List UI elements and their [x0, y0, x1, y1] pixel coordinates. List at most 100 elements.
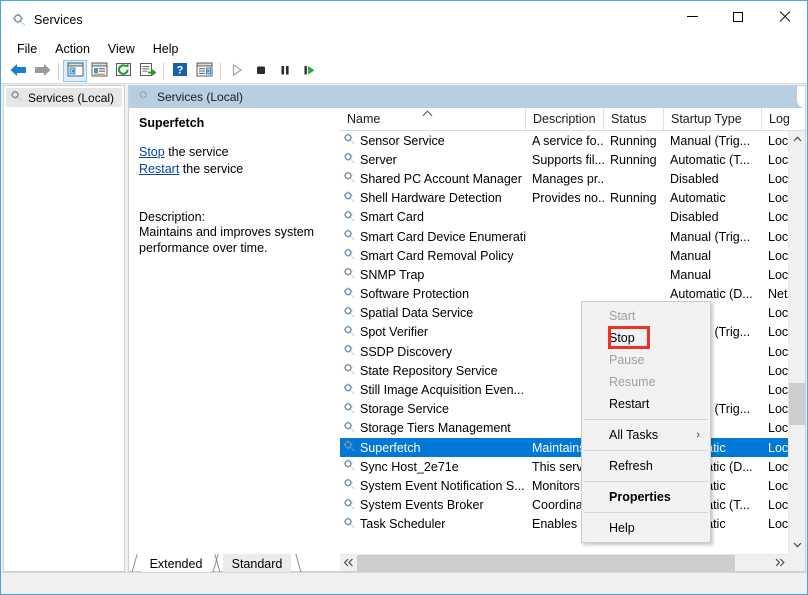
context-menu-item-label: All Tasks	[609, 428, 658, 442]
vertical-scrollbar[interactable]	[788, 131, 805, 554]
stop-service-button[interactable]	[249, 60, 273, 82]
menu-view[interactable]: View	[99, 40, 144, 58]
cell-name: System Events Broker	[340, 497, 526, 514]
sidebar-item-services-local[interactable]: Services (Local)	[6, 88, 122, 107]
cell-log-on-as: Loc	[762, 517, 788, 531]
tab-left-edge	[131, 554, 145, 573]
table-row[interactable]: Spatial Data ServiceManualLoc	[340, 304, 788, 323]
column-header-name[interactable]: Name	[340, 108, 526, 131]
table-row[interactable]: Sensor ServiceA service fo...RunningManu…	[340, 131, 788, 150]
help-button[interactable]: ?	[168, 60, 192, 82]
export-list-button[interactable]	[135, 60, 159, 82]
service-name-label: Storage Service	[360, 402, 449, 416]
restart-service-link[interactable]: Restart	[139, 162, 179, 176]
sort-ascending-icon	[424, 110, 433, 116]
services-gear-icon	[11, 12, 27, 28]
table-row[interactable]: SuperfetchMaintains a...RunningAutomatic…	[340, 438, 788, 457]
cell-log-on-as: Loc	[762, 230, 788, 244]
context-menu-item-properties[interactable]: Properties	[582, 486, 710, 508]
table-row[interactable]: Task SchedulerEnables a us...RunningAuto…	[340, 515, 788, 534]
context-menu-item-stop[interactable]: Stop	[582, 327, 710, 349]
back-button[interactable]	[6, 60, 30, 82]
context-menu-item-pause: Pause	[582, 349, 710, 371]
restart-service-button[interactable]	[297, 60, 321, 82]
cell-log-on-as: Loc	[762, 249, 788, 263]
context-menu-item-all-tasks[interactable]: All Tasks›	[582, 424, 710, 446]
cell-name: SNMP Trap	[340, 266, 526, 283]
services-list: Name Description Status Startup Type Log…	[340, 108, 805, 571]
properties-button[interactable]	[87, 60, 111, 82]
cell-log-on-as: Loc	[762, 441, 788, 455]
chevron-up-icon	[793, 134, 802, 145]
column-header-status[interactable]: Status	[604, 108, 664, 131]
column-header-startup-type[interactable]: Startup Type	[664, 108, 762, 131]
context-menu-item-label: Resume	[609, 375, 656, 389]
refresh-button[interactable]	[111, 60, 135, 82]
table-row[interactable]: ServerSupports fil...RunningAutomatic (T…	[340, 150, 788, 169]
service-name-label: Server	[360, 153, 397, 167]
context-menu-item-label: Restart	[609, 397, 649, 411]
cell-log-on-as: Loc	[762, 460, 788, 474]
cell-description: A service fo...	[526, 134, 604, 148]
forward-button[interactable]	[30, 60, 54, 82]
table-row[interactable]: Software ProtectionAutomatic (D...Net	[340, 285, 788, 304]
tab-extended[interactable]: Extended	[142, 554, 210, 573]
table-row[interactable]: SSDP DiscoveryManualLoc	[340, 342, 788, 361]
table-row[interactable]: Storage Tiers ManagementManualLoc	[340, 419, 788, 438]
start-service-button[interactable]	[225, 60, 249, 82]
restart-service-action[interactable]: Restart the service	[139, 161, 327, 178]
context-menu-item-label: Pause	[609, 353, 644, 367]
vertical-scrollbar-thumb[interactable]	[789, 383, 805, 425]
title-bar: Services	[1, 1, 807, 38]
cell-name: Smart Card Device Enumeratio...	[340, 228, 526, 245]
tab-standard[interactable]: Standard	[223, 554, 291, 573]
table-row[interactable]: Sync Host_2e71eThis service ...RunningAu…	[340, 457, 788, 476]
menu-action[interactable]: Action	[46, 40, 99, 58]
context-menu-item-help[interactable]: Help	[582, 517, 710, 539]
stop-service-link[interactable]: Stop	[139, 145, 165, 159]
tab-extended-label: Extended	[150, 557, 203, 571]
close-button[interactable]	[761, 1, 807, 32]
context-menu-item-label: Refresh	[609, 459, 653, 473]
scroll-down-button[interactable]	[789, 537, 805, 554]
context-menu-item-label: Properties	[609, 490, 671, 504]
table-row[interactable]: System Event Notification S...Monitors s…	[340, 476, 788, 495]
pause-service-button[interactable]	[273, 60, 297, 82]
table-row[interactable]: Shell Hardware DetectionProvides no...Ru…	[340, 189, 788, 208]
stop-service-action[interactable]: Stop the service	[139, 144, 327, 161]
table-row[interactable]: SNMP TrapManualLoc	[340, 265, 788, 284]
cell-log-on-as: Loc	[762, 325, 788, 339]
table-row[interactable]: Still Image Acquisition Even...ManualLoc	[340, 380, 788, 399]
table-row[interactable]: Smart CardDisabledLoc	[340, 208, 788, 227]
column-header-log-on-as[interactable]: Log	[762, 108, 802, 131]
menu-file[interactable]: File	[8, 40, 46, 58]
table-row[interactable]: Shared PC Account ManagerManages pr...Di…	[340, 169, 788, 188]
chevron-down-icon	[793, 540, 802, 551]
table-row[interactable]: State Repository ServiceRunningManualLoc	[340, 361, 788, 380]
column-header-description[interactable]: Description	[526, 108, 604, 131]
pane-splitter[interactable]	[337, 108, 339, 571]
table-row[interactable]: Storage ServiceRunningManual (Trig...Loc	[340, 400, 788, 419]
cell-name: Superfetch	[340, 439, 526, 456]
show-hide-console-tree-button[interactable]	[63, 60, 87, 82]
scroll-up-button[interactable]	[789, 131, 805, 148]
cell-name: Server	[340, 151, 526, 168]
column-header-name-label: Name	[347, 112, 380, 126]
context-menu-item-restart[interactable]: Restart	[582, 393, 710, 415]
context-menu-item-refresh[interactable]: Refresh	[582, 455, 710, 477]
cell-log-on-as: Loc	[762, 134, 788, 148]
context-menu-item-label: Start	[609, 309, 635, 323]
menu-help[interactable]: Help	[144, 40, 188, 58]
results-pane-title: Services (Local)	[157, 90, 243, 104]
maximize-button[interactable]	[715, 1, 761, 32]
table-row[interactable]: System Events BrokerCoordinates...Runnin…	[340, 496, 788, 515]
table-row[interactable]: Spot VerifierManual (Trig...Loc	[340, 323, 788, 342]
table-row[interactable]: Smart Card Device Enumeratio... Manual (T…	[340, 227, 788, 246]
services-gear-icon	[9, 89, 23, 106]
cell-startup-type: Manual (Trig...	[664, 134, 762, 148]
service-gear-icon	[342, 132, 356, 149]
table-row[interactable]: Smart Card Removal PolicyManualLoc	[340, 246, 788, 265]
cell-startup-type: Manual (Trig...	[664, 230, 762, 244]
show-action-pane-button[interactable]	[192, 60, 216, 82]
minimize-button[interactable]	[669, 1, 715, 32]
